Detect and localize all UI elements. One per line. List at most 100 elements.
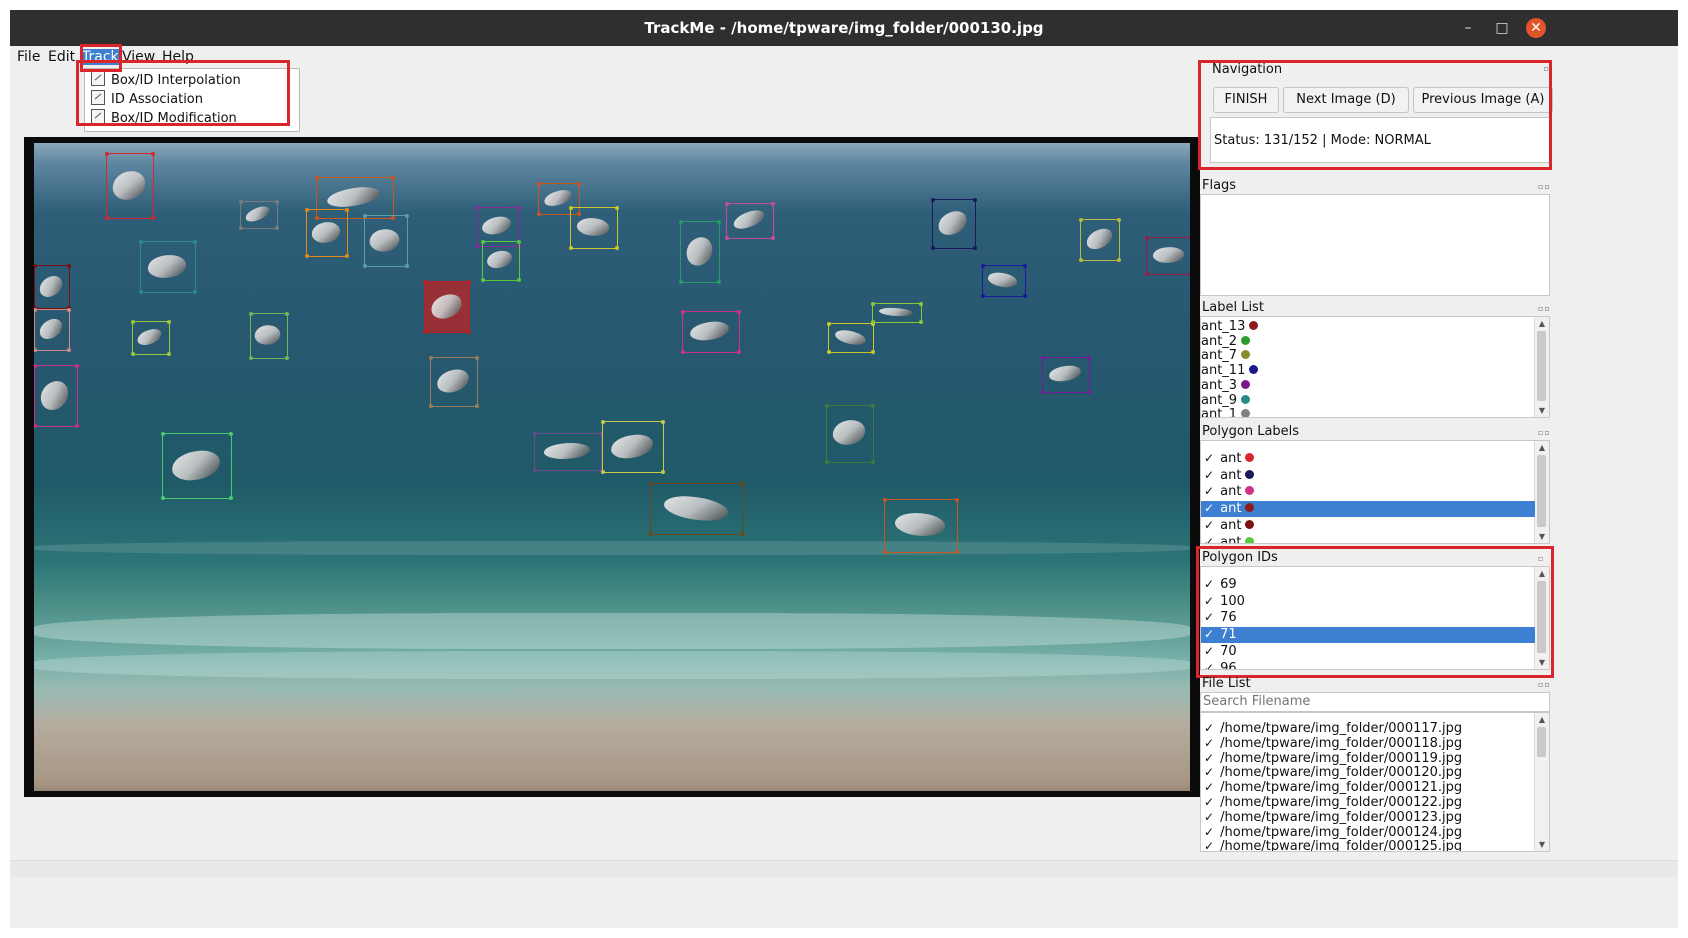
box-corner-handle[interactable] <box>615 246 619 250</box>
scroll-up-icon[interactable]: ▲ <box>1535 443 1549 452</box>
file-list-item[interactable]: ✓ /home/tpware/img_folder/000118.jpg <box>1201 736 1535 752</box>
polygon-id-item[interactable]: ✓ 76 <box>1201 610 1535 626</box>
box-corner-handle[interactable] <box>75 364 79 368</box>
frame-image[interactable] <box>34 143 1190 791</box>
box-corner-handle[interactable] <box>67 264 71 268</box>
polygon-label-item[interactable]: ✓ ant <box>1201 451 1535 467</box>
polygon-id-item[interactable]: ✓ 69 <box>1201 577 1535 593</box>
title-bar[interactable]: TrackMe - /home/tpware/img_folder/000130… <box>10 10 1678 46</box>
scroll-thumb[interactable] <box>1537 581 1546 653</box>
box-corner-handle[interactable] <box>533 468 537 472</box>
checkbox-icon[interactable]: ✓ <box>1204 518 1216 532</box>
box-corner-handle[interactable] <box>239 200 243 204</box>
box-corner-handle[interactable] <box>167 320 171 324</box>
box-corner-handle[interactable] <box>569 246 573 250</box>
box-corner-handle[interactable] <box>405 264 409 268</box>
checkbox-icon[interactable]: ✓ <box>1204 825 1216 839</box>
box-corner-handle[interactable] <box>131 320 135 324</box>
polygon-labels-scrollbar[interactable]: ▲ ▼ <box>1534 441 1549 543</box>
box-corner-handle[interactable] <box>161 496 165 500</box>
box-corner-handle[interactable] <box>249 312 253 316</box>
checkbox-icon[interactable]: ✓ <box>1204 839 1216 851</box>
box-corner-handle[interactable] <box>423 280 427 284</box>
file-search-input[interactable] <box>1203 693 1543 709</box>
maximize-icon[interactable]: □ <box>1492 18 1512 38</box>
box-corner-handle[interactable] <box>871 350 875 354</box>
checkbox-icon[interactable]: ✓ <box>1204 751 1216 765</box>
finish-button[interactable]: FINISH <box>1213 87 1279 113</box>
polygon-label-item[interactable]: ✓ ant <box>1201 468 1535 484</box>
box-corner-handle[interactable] <box>1145 272 1149 276</box>
menu-edit[interactable]: Edit <box>48 49 75 65</box>
checkbox-icon[interactable]: ✓ <box>1204 577 1216 591</box>
box-corner-handle[interactable] <box>67 308 71 312</box>
box-corner-handle[interactable] <box>955 550 959 554</box>
polygon-label-item[interactable]: ✓ ant <box>1201 518 1535 534</box>
file-list-item[interactable]: ✓ /home/tpware/img_folder/000120.jpg <box>1201 765 1535 781</box>
box-corner-handle[interactable] <box>249 356 253 360</box>
checkbox-icon[interactable]: ✓ <box>1204 468 1216 482</box>
box-corner-handle[interactable] <box>517 278 521 282</box>
box-corner-handle[interactable] <box>363 214 367 218</box>
box-corner-handle[interactable] <box>34 348 37 352</box>
box-corner-handle[interactable] <box>517 240 521 244</box>
box-corner-handle[interactable] <box>825 404 829 408</box>
scroll-thumb[interactable] <box>1537 331 1546 401</box>
box-corner-handle[interactable] <box>475 244 479 248</box>
box-corner-handle[interactable] <box>305 208 309 212</box>
box-corner-handle[interactable] <box>1079 258 1083 262</box>
box-corner-handle[interactable] <box>1117 218 1121 222</box>
box-corner-handle[interactable] <box>1189 236 1190 240</box>
label-list-item[interactable]: ant_3 <box>1201 378 1535 394</box>
box-corner-handle[interactable] <box>569 206 573 210</box>
box-corner-handle[interactable] <box>601 470 605 474</box>
box-corner-handle[interactable] <box>467 330 471 334</box>
file-list-item[interactable]: ✓ /home/tpware/img_folder/000121.jpg <box>1201 780 1535 796</box>
box-corner-handle[interactable] <box>229 496 233 500</box>
box-corner-handle[interactable] <box>139 290 143 294</box>
box-corner-handle[interactable] <box>1041 356 1045 360</box>
box-corner-handle[interactable] <box>481 278 485 282</box>
box-corner-handle[interactable] <box>405 214 409 218</box>
label-list[interactable]: ▲ ▼ ant_13 ant_2 ant_7 ant_11 ant_3 ant_9 ant_… <box>1200 316 1550 418</box>
box-corner-handle[interactable] <box>737 310 741 314</box>
box-corner-handle[interactable] <box>681 310 685 314</box>
file-list-scrollbar[interactable]: ▲ ▼ <box>1534 713 1549 851</box>
box-corner-handle[interactable] <box>871 302 875 306</box>
box-corner-handle[interactable] <box>649 532 653 536</box>
box-corner-handle[interactable] <box>475 206 479 210</box>
box-corner-handle[interactable] <box>1145 236 1149 240</box>
box-corner-handle[interactable] <box>661 420 665 424</box>
box-corner-handle[interactable] <box>67 348 71 352</box>
box-corner-handle[interactable] <box>34 424 37 428</box>
checkbox-icon[interactable]: ✓ <box>1204 501 1216 515</box>
dock-float-icon[interactable]: ▫▫ <box>1538 304 1672 313</box>
box-corner-handle[interactable] <box>883 550 887 554</box>
box-corner-handle[interactable] <box>717 280 721 284</box>
dock-float-icon[interactable]: ▫ <box>1544 64 1550 73</box>
box-corner-handle[interactable] <box>681 350 685 354</box>
box-corner-handle[interactable] <box>973 198 977 202</box>
scroll-thumb[interactable] <box>1537 455 1546 527</box>
minimize-icon[interactable]: – <box>1458 18 1478 38</box>
box-corner-handle[interactable] <box>1189 272 1190 276</box>
box-corner-handle[interactable] <box>871 320 875 324</box>
box-corner-handle[interactable] <box>661 470 665 474</box>
box-corner-handle[interactable] <box>601 420 605 424</box>
box-corner-handle[interactable] <box>679 220 683 224</box>
previous-image-button[interactable]: Previous Image (A) <box>1413 87 1553 113</box>
box-corner-handle[interactable] <box>1023 294 1027 298</box>
file-search-box[interactable] <box>1200 692 1550 712</box>
checkbox-icon[interactable]: ✓ <box>1204 721 1216 735</box>
label-list-item[interactable]: ant_13 <box>1201 319 1535 335</box>
box-corner-handle[interactable] <box>345 254 349 258</box>
scroll-up-icon[interactable]: ▲ <box>1535 319 1549 328</box>
box-corner-handle[interactable] <box>725 202 729 206</box>
close-icon[interactable]: ✕ <box>1526 18 1546 38</box>
scroll-down-icon[interactable]: ▼ <box>1535 840 1549 849</box>
box-corner-handle[interactable] <box>981 264 985 268</box>
polygon-id-item[interactable]: ✓ 71 <box>1201 627 1535 644</box>
menu-file[interactable]: File <box>17 49 40 65</box>
menu-track[interactable]: Track <box>80 49 121 65</box>
scroll-down-icon[interactable]: ▼ <box>1535 532 1549 541</box>
